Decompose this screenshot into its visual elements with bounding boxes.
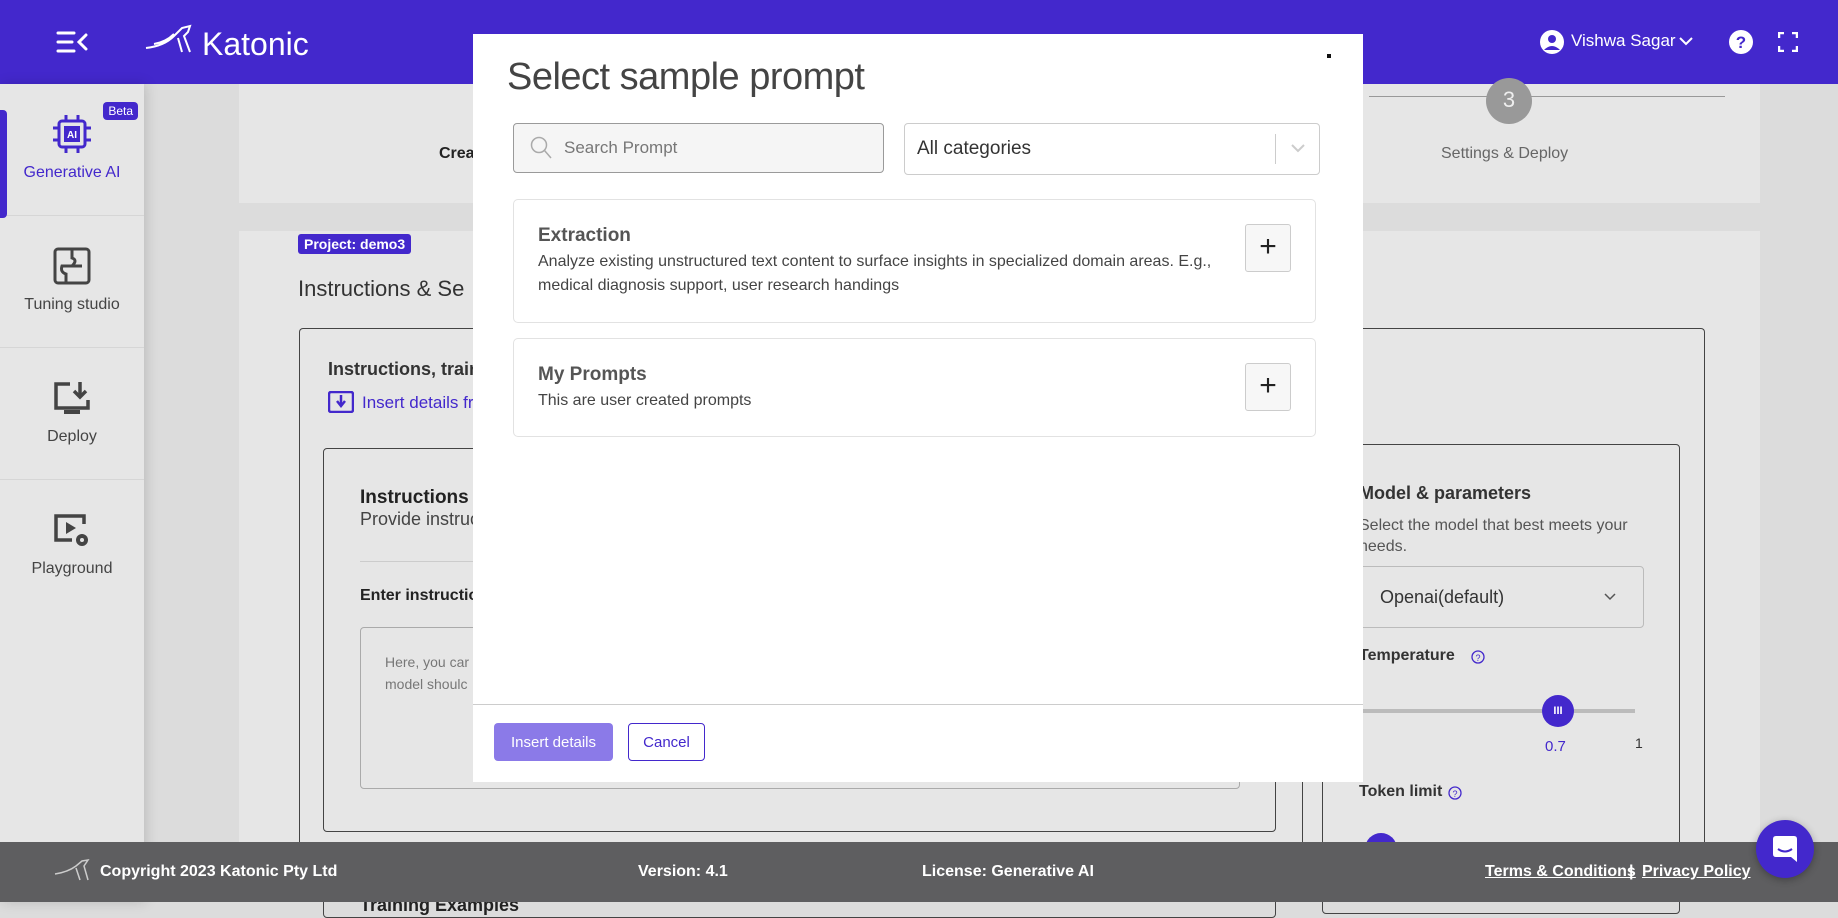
prompt-desc: Analyze existing unstructured text conte… [538,253,1212,294]
brand-name: Katonic [202,26,309,62]
help-icon: ? [1448,786,1462,800]
user-avatar-icon[interactable] [1540,30,1564,54]
katonic-logo-icon [145,24,192,53]
license: License: Generative AI [922,863,1094,880]
cancel-button[interactable]: Cancel [628,723,705,761]
temperature-slider[interactable] [1359,709,1635,713]
modal-title: Select sample prompt [507,56,865,98]
instructions-title: Instructions [360,487,469,508]
model-select[interactable]: Openai(default) [1359,566,1644,628]
footer-separator: | [1629,863,1634,880]
prompt-desc: This are user created prompts [538,392,752,409]
prompt-card-extraction[interactable]: Extraction Analyze existing unstructured… [513,199,1316,323]
temperature-value: 0.7 [1545,738,1566,755]
footer: Copyright 2023 Katonic Pty Ltd Version: … [0,842,1838,902]
chevron-down-icon[interactable] [1679,36,1693,46]
sidebar-item-label: Generative AI [23,164,121,181]
prompt-card-my-prompts[interactable]: My Prompts This are user created prompts… [513,338,1316,437]
svg-text:?: ? [1736,33,1746,52]
monitor-download-icon [54,382,90,414]
play-settings-icon [54,514,88,546]
privacy-link[interactable]: Privacy Policy [1642,863,1751,881]
insert-details-link[interactable]: Insert details fr [362,393,474,413]
ai-chip-icon: AI [53,115,91,153]
sidebar-item-deploy[interactable]: Deploy [0,348,144,480]
section-title: Instructions & Se [298,276,465,301]
sidebar-item-generative-ai[interactable]: Beta AI Generative AI [0,84,144,218]
textarea-placeholder-line-1: Here, you car [385,654,470,670]
enter-instructions-label: Enter instructio [360,587,479,604]
temperature-label: Temperature [1359,647,1455,664]
model-desc: Select the model that best meets your ne… [1359,517,1628,555]
add-prompt-button[interactable]: + [1245,224,1291,272]
prompt-title: Extraction [538,225,631,246]
insert-details-button[interactable]: Insert details [494,723,613,761]
help-icon[interactable]: ? [1728,29,1754,55]
sidebar-item-playground[interactable]: Playground [0,480,144,612]
beta-badge: Beta [103,102,138,120]
sidebar-item-tuning-studio[interactable]: Tuning studio [0,216,144,348]
step-1-label: Crea [439,145,475,162]
version: Version: 4.1 [638,863,728,880]
sub-title: Instructions, trair [328,359,477,379]
terms-link[interactable]: Terms & Conditions [1485,863,1636,881]
svg-text:?: ? [1475,653,1480,663]
temperature-slider-thumb[interactable]: III [1542,695,1574,727]
search-prompt-input[interactable]: Search Prompt [513,123,884,173]
svg-text:?: ? [1452,789,1457,799]
help-icon: ? [1471,650,1485,664]
textarea-placeholder-line-2: model shoulc [385,676,468,692]
insert-icon[interactable] [328,391,354,413]
instructions-desc: Provide instruct [360,509,485,529]
token-limit-label: Token limit [1359,783,1443,800]
chevron-down-icon [1604,593,1616,601]
sidebar-item-label: Tuning studio [24,296,120,313]
category-select[interactable]: All categories [904,123,1320,175]
chat-button[interactable] [1756,820,1814,878]
step-3-label: Settings & Deploy [1441,145,1569,162]
puzzle-icon [53,247,91,285]
add-prompt-button[interactable]: + [1245,363,1291,411]
sidebar-item-label: Playground [31,560,113,577]
select-sample-prompt-modal: Select sample prompt Search Prompt All c… [473,34,1363,782]
prompt-title: My Prompts [538,364,647,385]
user-name[interactable]: Vishwa Sagar [1571,31,1676,51]
project-badge: Project: demo3 [298,234,412,254]
step-3-circle: 3 [1486,78,1532,124]
svg-text:AI: AI [67,130,77,141]
fullscreen-icon[interactable] [1778,32,1798,52]
katonic-logo-icon [54,858,90,881]
menu-collapse-icon[interactable] [56,30,88,54]
chevron-down-icon [1291,144,1305,153]
model-title: Model & parameters [1359,483,1532,503]
model-selected: Openai(default) [1380,587,1505,607]
chat-icon [1773,836,1797,862]
category-selected: All categories [917,138,1032,159]
sidebar: Beta AI Generative AI Tuning studio Depl… [0,84,144,902]
search-icon [530,136,552,159]
close-icon[interactable] [1327,54,1331,58]
temperature-max: 1 [1635,735,1643,751]
sidebar-item-label: Deploy [47,428,97,445]
search-placeholder: Search Prompt [564,138,678,157]
copyright: Copyright 2023 Katonic Pty Ltd [100,863,338,880]
